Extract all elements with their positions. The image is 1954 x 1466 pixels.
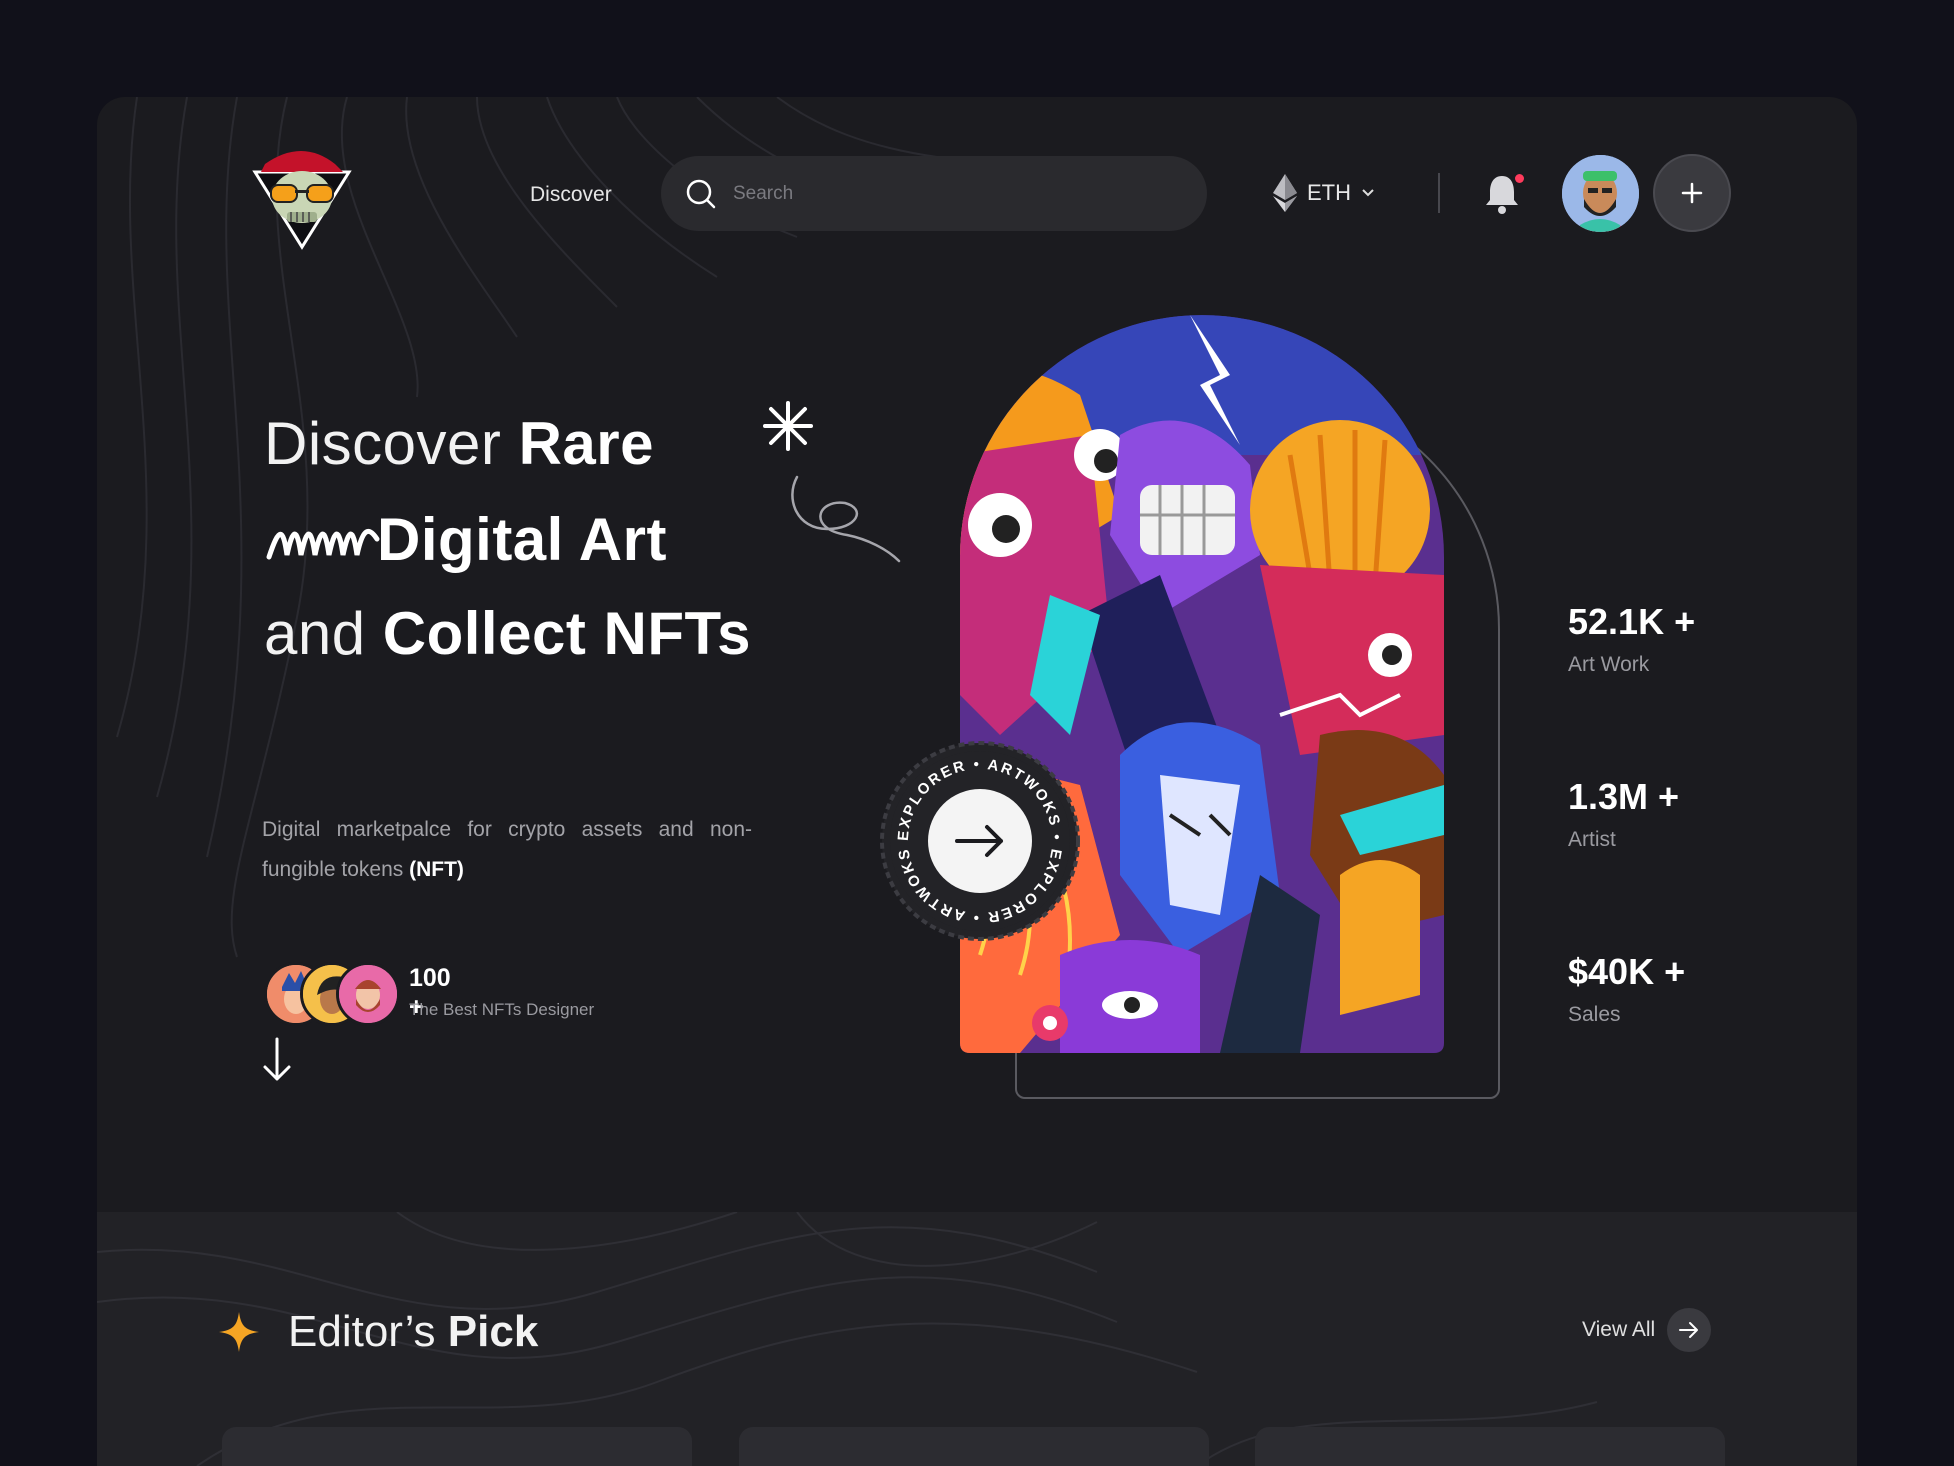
currency-label: ETH — [1307, 180, 1351, 205]
search-icon — [686, 179, 716, 208]
nft-card[interactable] — [222, 1427, 692, 1466]
asterisk-decoration — [763, 401, 813, 451]
search-input[interactable] — [731, 181, 1165, 206]
designers-label: The Best NFTs Designer — [409, 1000, 595, 1019]
designer-avatar — [336, 962, 400, 1026]
hero-description: Digital marketpalce for crypto assets an… — [262, 818, 752, 881]
sparkle-icon — [219, 1312, 259, 1352]
squiggle-decoration — [266, 528, 380, 560]
explore-artworks-badge[interactable]: EXPLORER • ARTWOKS • EXPLORER • ARTWOKS … — [877, 738, 1083, 944]
notification-dot — [1515, 174, 1524, 183]
hero-title-line-2: Digital Art — [377, 506, 667, 573]
arrow-down-icon[interactable] — [259, 1035, 295, 1085]
ethereum-icon — [1273, 174, 1297, 212]
view-all-link[interactable]: View All — [1582, 1308, 1712, 1352]
plus-icon — [1681, 182, 1703, 204]
skull-logo[interactable] — [247, 142, 357, 252]
arrow-right-icon — [1679, 1322, 1699, 1338]
search-bar[interactable] — [661, 156, 1207, 231]
view-all-arrow-button — [1667, 1308, 1712, 1352]
hero-title-line-1: Discover Rare — [264, 410, 654, 477]
app-window: Discover ETH — [97, 97, 1857, 1466]
create-button[interactable] — [1653, 154, 1731, 232]
swirl-decoration — [791, 475, 901, 563]
user-avatar[interactable] — [1562, 155, 1639, 232]
header-divider — [1438, 173, 1440, 213]
nft-card[interactable] — [1255, 1427, 1725, 1466]
stat-sales: $40K + Sales — [1568, 951, 1686, 1026]
editors-pick-section: Editor’s Pick View All — [97, 1212, 1857, 1466]
stat-artist: 1.3M + Artist — [1568, 776, 1680, 851]
editors-pick-title: Editor’s Pick — [288, 1307, 539, 1356]
nav-discover[interactable]: Discover — [530, 183, 612, 207]
currency-selector[interactable]: ETH — [1273, 171, 1375, 215]
hero-title-line-3: and Collect NFTs — [264, 600, 752, 667]
stat-artwork: 52.1K + Art Work — [1568, 601, 1696, 676]
chevron-down-icon — [1362, 189, 1374, 197]
nft-card[interactable] — [739, 1427, 1209, 1466]
